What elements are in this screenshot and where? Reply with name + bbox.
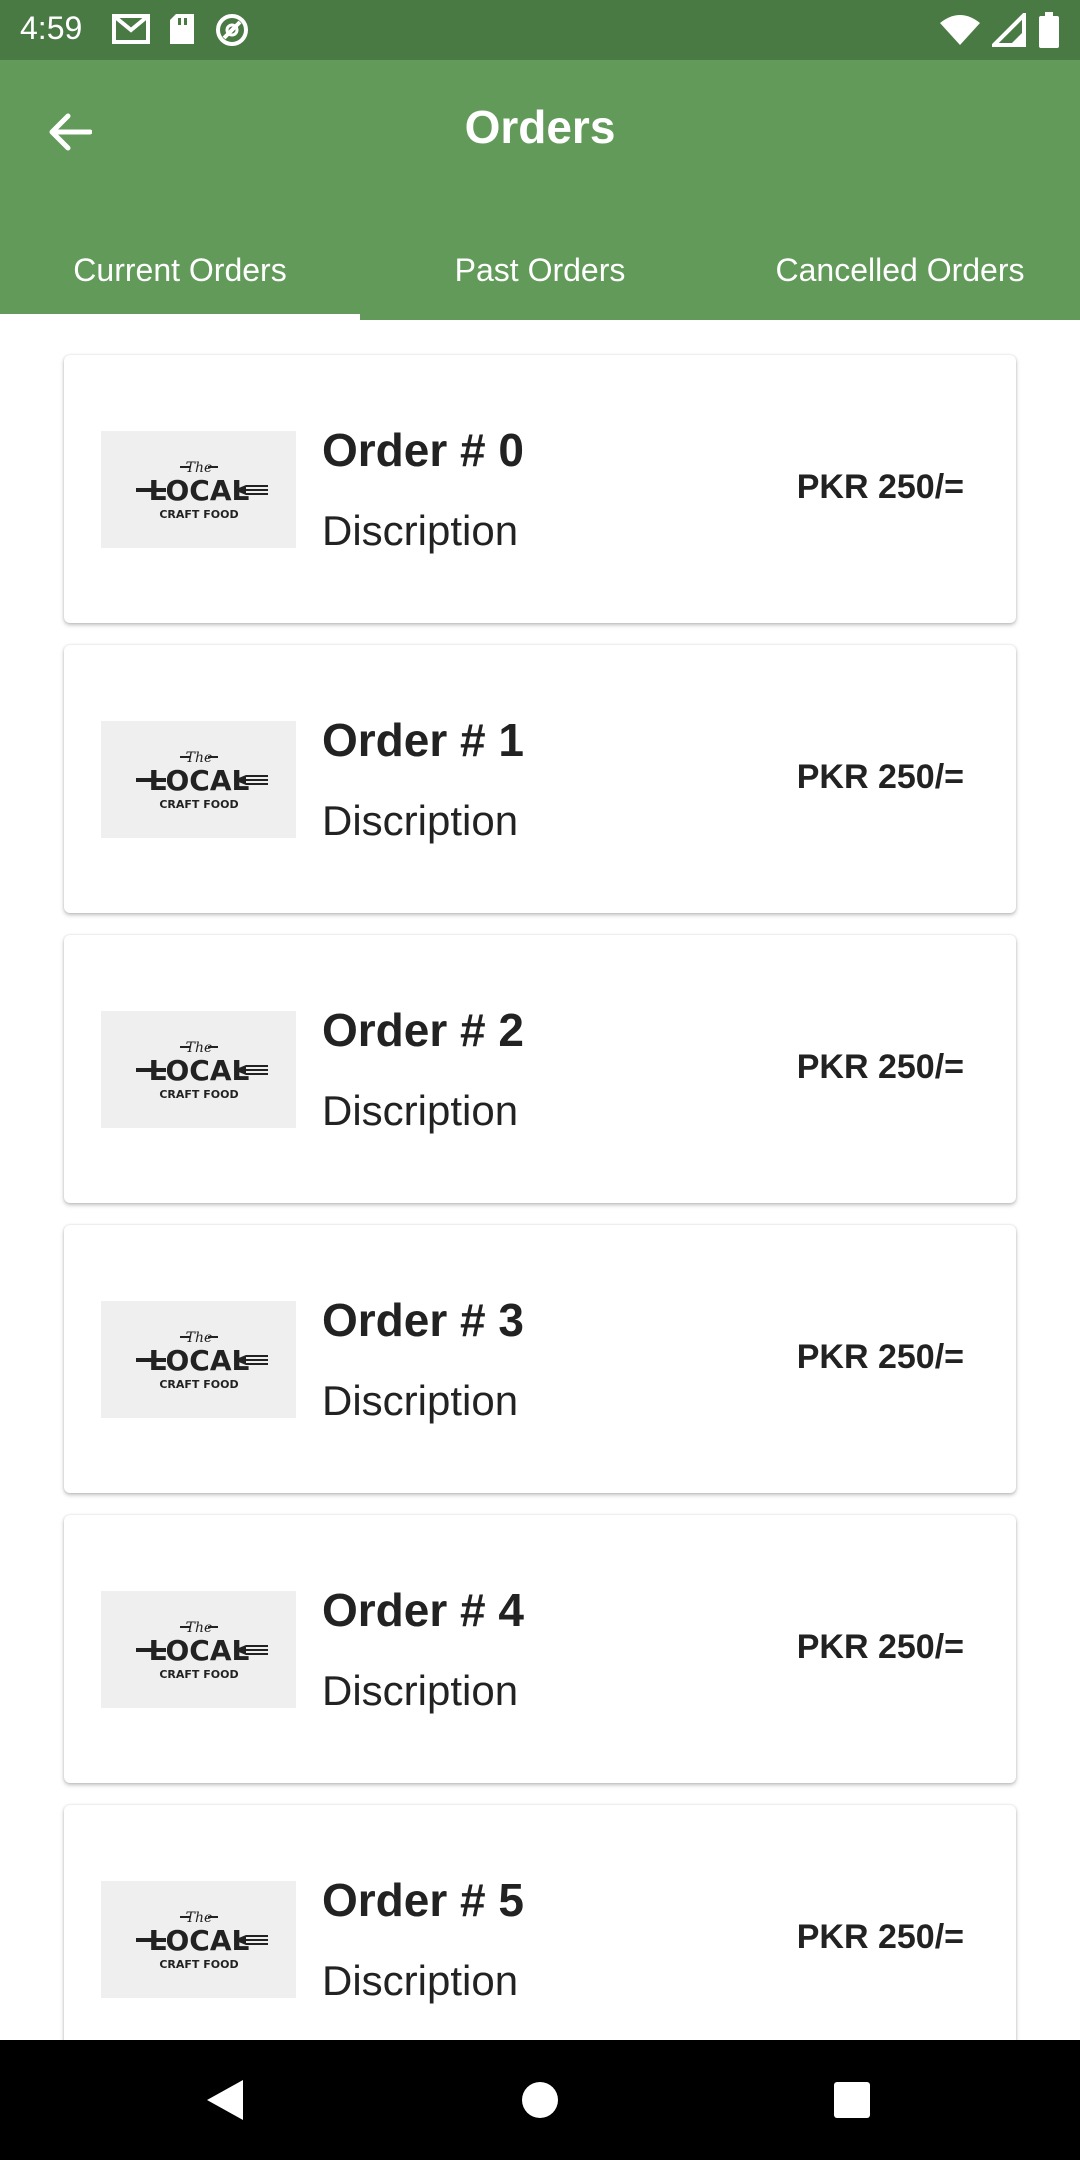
svg-text:LOCAL: LOCAL	[148, 1344, 249, 1377]
svg-text:LOCAL: LOCAL	[148, 1054, 249, 1087]
svg-text:LOCAL: LOCAL	[148, 1924, 249, 1957]
order-description: Discription	[322, 1087, 519, 1134]
order-card[interactable]: The LOCAL CRAFT FOOD Order # 1 Discripti…	[64, 645, 1016, 913]
order-title: Order # 1	[322, 714, 524, 766]
order-card[interactable]: The LOCAL CRAFT FOOD Order # 0 Discripti…	[64, 355, 1016, 623]
home-circle-icon	[522, 2082, 558, 2118]
svg-text:LOCAL: LOCAL	[148, 1634, 249, 1667]
order-price: PKR 250/=	[796, 1628, 964, 1666]
sd-card-icon	[168, 12, 196, 53]
app-bar: Orders Current Orders Past Orders Cancel…	[0, 60, 1080, 320]
recents-square-icon	[834, 2082, 870, 2118]
svg-text:CRAFT FOOD: CRAFT FOOD	[159, 508, 238, 521]
order-title: Order # 4	[322, 1584, 524, 1636]
order-card[interactable]: The LOCAL CRAFT FOOD Order # 4 Discripti…	[64, 1515, 1016, 1783]
svg-text:LOCAL: LOCAL	[148, 764, 249, 797]
order-description: Discription	[322, 797, 519, 844]
order-price: PKR 250/=	[796, 1338, 964, 1376]
nav-recents-button[interactable]	[822, 2070, 882, 2130]
order-description: Discription	[322, 1667, 519, 1714]
restaurant-logo: The LOCAL CRAFT FOOD	[101, 1301, 296, 1418]
wifi-icon	[940, 13, 980, 52]
nav-back-button[interactable]	[195, 2070, 255, 2130]
order-price: PKR 250/=	[796, 1048, 964, 1086]
nav-home-button[interactable]	[510, 2070, 570, 2130]
restaurant-logo: The LOCAL CRAFT FOOD	[101, 1881, 296, 1998]
battery-icon	[1038, 12, 1060, 53]
order-card[interactable]: The LOCAL CRAFT FOOD Order # 3 Discripti…	[64, 1225, 1016, 1493]
order-description: Discription	[322, 1377, 519, 1424]
order-description: Discription	[322, 507, 519, 554]
tab-cancelled-orders[interactable]: Cancelled Orders	[720, 220, 1080, 320]
order-price: PKR 250/=	[796, 1918, 964, 1956]
order-description: Discription	[322, 1957, 519, 2004]
status-time: 4:59	[20, 10, 83, 46]
tab-past-orders[interactable]: Past Orders	[360, 220, 720, 320]
back-triangle-icon	[207, 2080, 243, 2120]
order-card[interactable]: The LOCAL CRAFT FOOD Order # 2 Discripti…	[64, 935, 1016, 1203]
svg-text:CRAFT FOOD: CRAFT FOOD	[159, 1958, 238, 1971]
status-bar: 4:59	[0, 0, 1080, 60]
restaurant-logo: The LOCAL CRAFT FOOD	[101, 1591, 296, 1708]
order-title: Order # 5	[322, 1874, 524, 1926]
order-price: PKR 250/=	[796, 468, 964, 506]
order-title: Order # 0	[322, 424, 524, 476]
svg-text:CRAFT FOOD: CRAFT FOOD	[159, 1668, 238, 1681]
svg-text:CRAFT FOOD: CRAFT FOOD	[159, 1088, 238, 1101]
order-tabs: Current Orders Past Orders Cancelled Ord…	[0, 220, 1080, 320]
tab-current-orders[interactable]: Current Orders	[0, 220, 360, 320]
order-card[interactable]: The LOCAL CRAFT FOOD Order # 5 Discripti…	[64, 1805, 1016, 2040]
order-title: Order # 2	[322, 1004, 524, 1056]
svg-text:CRAFT FOOD: CRAFT FOOD	[159, 798, 238, 811]
data-saver-icon	[214, 12, 250, 53]
restaurant-logo: The LOCAL CRAFT FOOD	[101, 721, 296, 838]
system-nav-bar	[0, 2040, 1080, 2160]
svg-text:LOCAL: LOCAL	[148, 474, 249, 507]
gmail-icon	[112, 12, 150, 53]
order-price: PKR 250/=	[796, 758, 964, 796]
order-title: Order # 3	[322, 1294, 524, 1346]
restaurant-logo: The LOCAL CRAFT FOOD	[101, 1011, 296, 1128]
page-title: Orders	[464, 101, 616, 153]
svg-text:CRAFT FOOD: CRAFT FOOD	[159, 1378, 238, 1391]
orders-list[interactable]: The LOCAL CRAFT FOOD Order # 0 Discripti…	[0, 320, 1080, 2040]
restaurant-logo: The LOCAL CRAFT FOOD	[101, 431, 296, 548]
signal-icon	[989, 10, 1026, 52]
